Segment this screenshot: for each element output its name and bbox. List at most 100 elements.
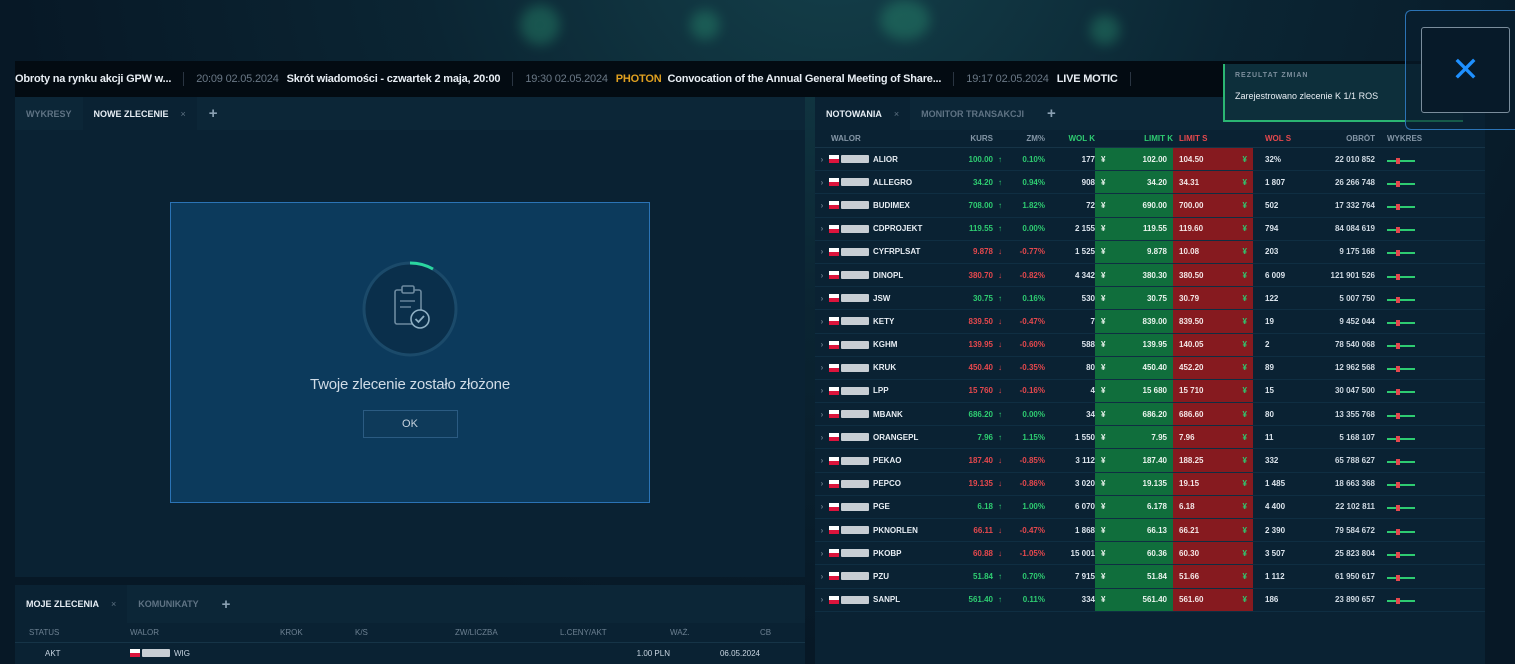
column-header[interactable]: STATUS — [15, 628, 130, 637]
row-expand-icon[interactable]: › — [815, 549, 829, 558]
column-header[interactable]: ZW/LICZBA — [455, 628, 560, 637]
bid-limit-cell[interactable]: ¥380.30 — [1095, 263, 1173, 287]
row-expand-icon[interactable]: › — [815, 502, 829, 511]
bid-limit-cell[interactable]: ¥6.178 — [1095, 495, 1173, 518]
ask-limit-cell[interactable]: 561.60 ¥ — [1173, 588, 1253, 611]
bid-limit-cell[interactable]: ¥34.20 — [1095, 171, 1173, 194]
row-expand-icon[interactable]: › — [815, 526, 829, 535]
ask-limit-cell[interactable]: 7.96 ¥ — [1173, 426, 1253, 449]
ask-limit-cell[interactable]: 188.25 ¥ — [1173, 449, 1253, 472]
quote-row[interactable]: › JSW 30.75 ↑ 0.16% 530 ¥30.75 30.79 ¥122 5 007 7… — [815, 287, 1485, 311]
ask-limit-cell[interactable]: 34.31 ¥ — [1173, 171, 1253, 194]
quote-row[interactable]: › ALIOR 100.00 ↑ 0.10% 177 ¥102.00 104.50 ¥32% 22… — [815, 148, 1485, 172]
bid-limit-cell[interactable]: ¥450.40 — [1095, 356, 1173, 379]
ask-limit-cell[interactable]: 700.00 ¥ — [1173, 194, 1253, 217]
table-row[interactable]: AKT WIG 1.00 PLN 06.05.2024 — [15, 643, 805, 663]
row-expand-icon[interactable]: › — [815, 433, 829, 442]
bid-limit-cell[interactable]: ¥51.84 — [1095, 565, 1173, 588]
tab-komunikaty[interactable]: KOMUNIKATY — [127, 585, 209, 623]
quote-row[interactable]: › PGE 6.18 ↑ 1.00% 6 070 ¥6.178 6.18 ¥4 400 22 10… — [815, 495, 1485, 519]
close-tab-icon[interactable]: × — [181, 109, 186, 119]
column-header[interactable]: LIMIT K — [1095, 134, 1173, 143]
column-header[interactable]: ZM% — [993, 134, 1045, 143]
column-header[interactable]: KURS — [953, 134, 993, 143]
tab-notowania[interactable]: NOTOWANIA × — [815, 97, 911, 130]
bid-limit-cell[interactable]: ¥839.00 — [1095, 310, 1173, 333]
column-header[interactable]: KROK — [280, 628, 355, 637]
row-expand-icon[interactable]: › — [815, 340, 829, 349]
column-header[interactable]: WYKRES — [1375, 134, 1423, 143]
row-expand-icon[interactable]: › — [815, 224, 829, 233]
column-header[interactable]: WOL K — [1045, 134, 1095, 143]
row-expand-icon[interactable]: › — [815, 595, 829, 604]
column-header[interactable]: OBRÓT — [1313, 134, 1375, 143]
quote-row[interactable]: › MBANK 686.20 ↑ 0.00% 34 ¥686.20 686.60 ¥80 13 3… — [815, 403, 1485, 427]
quote-row[interactable]: › CYFRPLSAT 9.878 ↓ -0.77% 1 525 ¥9.878 10.08 ¥2… — [815, 240, 1485, 264]
ask-limit-cell[interactable]: 686.60 ¥ — [1173, 403, 1253, 426]
bid-limit-cell[interactable]: ¥139.95 — [1095, 333, 1173, 356]
row-expand-icon[interactable]: › — [815, 363, 829, 372]
quote-row[interactable]: › BUDIMEX 708.00 ↑ 1.82% 72 ¥690.00 700.00 ¥502 1… — [815, 194, 1485, 218]
ask-limit-cell[interactable]: 839.50 ¥ — [1173, 310, 1253, 333]
row-expand-icon[interactable]: › — [815, 155, 829, 164]
tab-moje-zlecenia[interactable]: MOJE ZLECENIA × — [15, 585, 128, 623]
ask-limit-cell[interactable]: 15 710 ¥ — [1173, 379, 1253, 403]
column-header[interactable]: K/S — [355, 628, 455, 637]
column-header[interactable]: WALOR — [815, 134, 953, 143]
quote-row[interactable]: › SANPL 561.40 ↑ 0.11% 334 ¥561.40 561.60 ¥186 23… — [815, 588, 1485, 612]
ask-limit-cell[interactable]: 51.66 ¥ — [1173, 565, 1253, 588]
add-tab-icon[interactable]: + — [210, 596, 243, 613]
quote-row[interactable]: › PZU 51.84 ↑ 0.70% 7 915 ¥51.84 51.66 ¥1 112 61 … — [815, 565, 1485, 589]
ask-limit-cell[interactable]: 6.18 ¥ — [1173, 495, 1253, 518]
row-expand-icon[interactable]: › — [815, 247, 829, 256]
row-expand-icon[interactable]: › — [815, 317, 829, 326]
bid-limit-cell[interactable]: ¥30.75 — [1095, 287, 1173, 310]
bid-limit-cell[interactable]: ¥102.00 — [1095, 148, 1173, 171]
bid-limit-cell[interactable]: ¥60.36 — [1095, 542, 1173, 565]
bid-limit-cell[interactable]: ¥690.00 — [1095, 194, 1173, 217]
quote-row[interactable]: › ORANGEPL 7.96 ↑ 1.15% 1 550 ¥7.95 7.96 ¥11 5 16… — [815, 426, 1485, 450]
row-expand-icon[interactable]: › — [815, 294, 829, 303]
quote-row[interactable]: › CDPROJEKT 119.55 ↑ 0.00% 2 155 ¥119.55 119.60… — [815, 217, 1485, 241]
add-tab-icon[interactable]: + — [197, 105, 230, 122]
tab-monitor-transakcji[interactable]: MONITOR TRANSAKCJI — [910, 97, 1035, 130]
bid-limit-cell[interactable]: ¥119.55 — [1095, 217, 1173, 240]
ask-limit-cell[interactable]: 30.79 ¥ — [1173, 287, 1253, 310]
bid-limit-cell[interactable]: ¥187.40 — [1095, 449, 1173, 472]
close-button[interactable]: ✕ — [1421, 27, 1510, 113]
close-tab-icon[interactable]: × — [111, 599, 116, 609]
tab-wykresy[interactable]: WYKRESY — [15, 97, 83, 130]
ask-limit-cell[interactable]: 10.08 ¥ — [1173, 240, 1253, 263]
bid-limit-cell[interactable]: ¥9.878 — [1095, 240, 1173, 263]
quote-row[interactable]: › PKNORLEN 66.11 ↓ -0.47% 1 868 ¥66.13 66.21 ¥2 … — [815, 519, 1485, 543]
tab-nowe-zlecenie[interactable]: NOWE ZLECENIE × — [82, 97, 197, 130]
ticker-item[interactable]: 19:17 02.05.2024 LIVE MOTIC — [954, 72, 1131, 86]
column-header[interactable]: WOL S — [1253, 134, 1313, 143]
ask-limit-cell[interactable]: 104.50 ¥ — [1173, 148, 1253, 171]
row-expand-icon[interactable]: › — [815, 572, 829, 581]
row-expand-icon[interactable]: › — [815, 386, 829, 395]
ask-limit-cell[interactable]: 66.21 ¥ — [1173, 519, 1253, 542]
bid-limit-cell[interactable]: ¥15 680 — [1095, 379, 1173, 403]
row-expand-icon[interactable]: › — [815, 178, 829, 187]
quote-row[interactable]: › KGHM 139.95 ↓ -0.60% 588 ¥139.95 140.05 ¥2 78 5… — [815, 333, 1485, 357]
quote-row[interactable]: › PEKAO 187.40 ↓ -0.85% 3 112 ¥187.40 188.25 ¥33… — [815, 449, 1485, 473]
column-header[interactable]: WALOR — [130, 628, 280, 637]
quote-row[interactable]: › LPP 15 760 ↓ -0.16% 4 ¥15 680 15 710 ¥15 30 047… — [815, 379, 1485, 404]
ask-limit-cell[interactable]: 19.15 ¥ — [1173, 472, 1253, 495]
bid-limit-cell[interactable]: ¥686.20 — [1095, 403, 1173, 426]
ask-limit-cell[interactable]: 140.05 ¥ — [1173, 333, 1253, 356]
ok-button[interactable]: OK — [362, 410, 458, 438]
column-header[interactable]: CB — [760, 628, 800, 637]
close-tab-icon[interactable]: × — [894, 109, 899, 119]
quote-row[interactable]: › PKOBP 60.88 ↓ -1.05% 15 001 ¥60.36 60.30 ¥3 50… — [815, 542, 1485, 566]
ask-limit-cell[interactable]: 119.60 ¥ — [1173, 217, 1253, 240]
ask-limit-cell[interactable]: 60.30 ¥ — [1173, 542, 1253, 565]
quote-row[interactable]: › ALLEGRO 34.20 ↑ 0.94% 908 ¥34.20 34.31 ¥1 807 2… — [815, 171, 1485, 195]
quote-row[interactable]: › KETY 839.50 ↓ -0.47% 7 ¥839.00 839.50 ¥19 9 452… — [815, 310, 1485, 334]
ask-limit-cell[interactable]: 452.20 ¥ — [1173, 356, 1253, 379]
quote-row[interactable]: › PEPCO 19.135 ↓ -0.86% 3 020 ¥19.135 19.15 ¥1 4… — [815, 472, 1485, 496]
row-expand-icon[interactable]: › — [815, 410, 829, 419]
add-tab-icon[interactable]: + — [1035, 105, 1068, 122]
bid-limit-cell[interactable]: ¥561.40 — [1095, 588, 1173, 611]
